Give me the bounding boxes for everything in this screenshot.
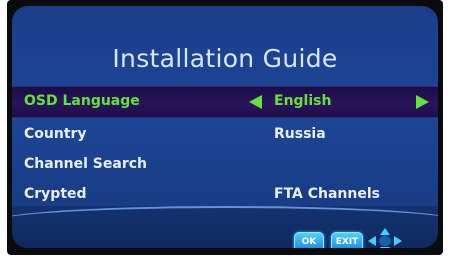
setting-value: English xyxy=(274,93,332,109)
page-title: Installation Guide xyxy=(112,44,338,73)
setting-row-channel-search[interactable]: Channel Search xyxy=(12,150,438,180)
setting-label: Channel Search xyxy=(24,156,147,172)
dpad-icon xyxy=(368,228,402,248)
dpad-right-icon xyxy=(394,236,402,246)
arrow-left-icon[interactable] xyxy=(249,95,262,109)
exit-button[interactable]: EXIT xyxy=(331,232,363,248)
ok-button[interactable]: OK xyxy=(294,232,324,248)
setting-label: Crypted xyxy=(24,186,87,202)
dpad-center-icon xyxy=(379,236,391,246)
setting-label: OSD Language xyxy=(24,93,140,109)
arrow-right-icon[interactable] xyxy=(416,95,429,109)
setting-row-country[interactable]: Country Russia xyxy=(12,120,438,150)
settings-list: OSD Language English Country Russia Chan… xyxy=(12,86,438,210)
dpad-up-icon xyxy=(380,228,390,235)
setting-row-osd-language[interactable]: OSD Language English xyxy=(12,86,438,118)
dpad-down-icon xyxy=(380,247,390,248)
osd-screen: Installation Guide OSD Language English … xyxy=(12,6,438,248)
tv-frame: Installation Guide OSD Language English … xyxy=(7,0,443,255)
setting-value: FTA Channels xyxy=(274,186,380,202)
dpad-left-icon xyxy=(368,236,376,246)
setting-value: Russia xyxy=(274,126,326,142)
setting-label: Country xyxy=(24,126,87,142)
